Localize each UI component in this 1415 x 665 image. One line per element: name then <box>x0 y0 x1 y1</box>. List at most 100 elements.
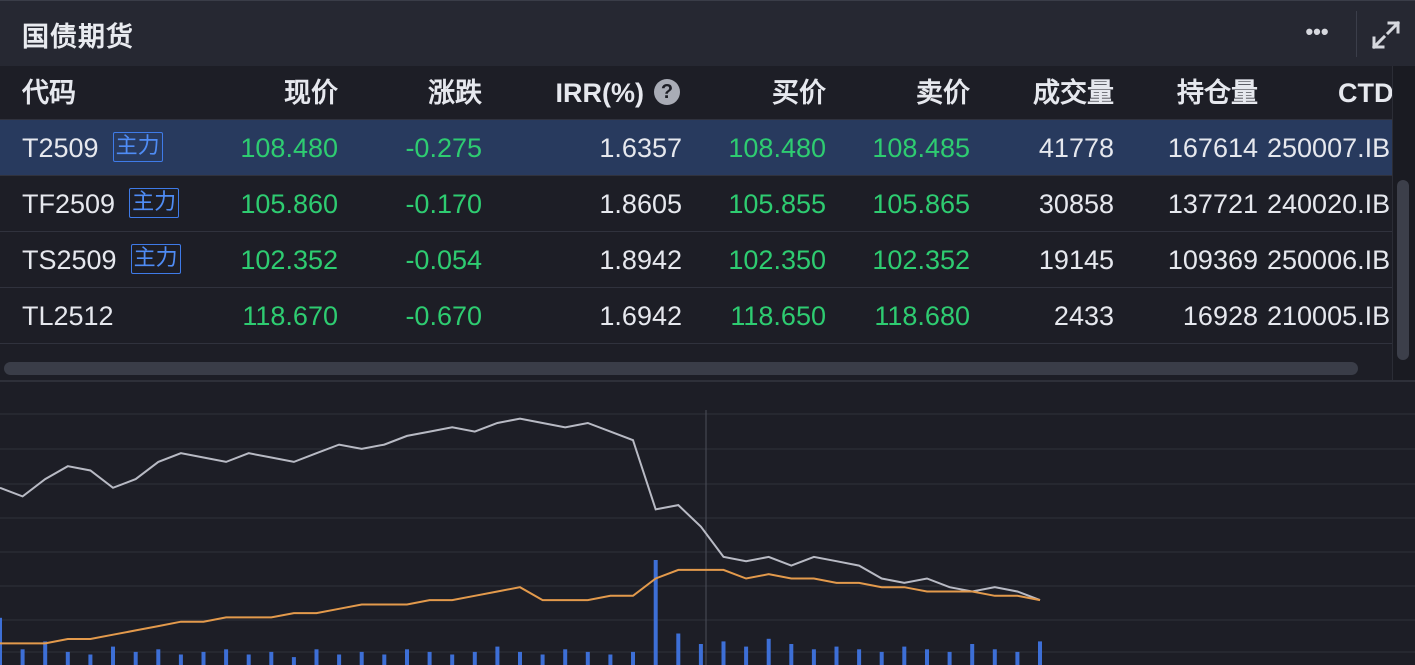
volume-bars <box>0 560 1042 665</box>
col-price[interactable]: 现价 <box>200 66 338 120</box>
help-icon[interactable]: ? <box>654 78 680 105</box>
volume-bar <box>992 649 997 665</box>
volume-bar <box>744 646 749 665</box>
volume-bar <box>947 651 952 665</box>
volume-bar <box>156 649 161 665</box>
intraday-chart-svg <box>0 410 1415 665</box>
volume-bar <box>269 651 274 665</box>
row-ctd: 240020.IB <box>1267 189 1391 219</box>
volume-bar <box>563 649 568 665</box>
price-line <box>0 417 1041 602</box>
row-code: TF2509 主力 <box>22 176 180 232</box>
volume-bar <box>337 654 342 665</box>
row-ask: 102.352 <box>872 245 970 275</box>
header-separator <box>1356 11 1357 57</box>
row-ctd: 210005.IB <box>1267 301 1391 331</box>
volume-bar <box>698 644 703 665</box>
more-icon[interactable]: ••• <box>1300 19 1334 49</box>
row-open-interest: 167614 <box>1167 133 1258 163</box>
volume-bar <box>427 651 432 665</box>
volume-bar <box>631 651 635 665</box>
row-open-interest: 109369 <box>1167 245 1258 275</box>
volume-bar <box>0 617 2 665</box>
volume-bar <box>653 560 658 665</box>
volume-bar <box>201 651 206 665</box>
table-row[interactable]: TL2512 118.670 -0.670 1.6942 118.650 118… <box>0 288 1392 344</box>
volume-bar <box>721 641 726 665</box>
col-change[interactable]: 涨跌 <box>360 66 482 120</box>
row-ctd: 250006.IB <box>1267 245 1391 275</box>
volume-bar <box>766 638 771 665</box>
row-price: 108.480 <box>240 133 338 163</box>
contract-code: T2509 <box>22 133 99 163</box>
volume-bar <box>857 649 862 665</box>
volume-bar <box>834 646 839 665</box>
volume-bar <box>450 654 455 665</box>
main-contract-badge: 主力 <box>129 187 180 218</box>
volume-bar <box>111 646 115 665</box>
volume-bar <box>246 654 251 665</box>
volume-bar <box>676 633 681 665</box>
chart-grid <box>0 410 1415 665</box>
row-price: 102.352 <box>240 245 338 275</box>
volume-bar <box>382 654 387 665</box>
volume-bar <box>43 641 48 665</box>
vertical-scrollbar[interactable] <box>1392 66 1415 380</box>
col-ctd[interactable]: CTD <box>1338 66 1392 120</box>
volume-bar <box>472 651 477 665</box>
volume-bar <box>405 649 409 665</box>
row-irr: 1.6357 <box>599 133 682 163</box>
average-price-line <box>0 568 1041 645</box>
row-bid: 108.480 <box>728 133 826 163</box>
volume-bar <box>65 651 70 665</box>
row-bid: 105.855 <box>728 189 826 219</box>
volume-bar <box>879 651 884 665</box>
expand-icon[interactable] <box>1370 19 1402 51</box>
col-open-interest[interactable]: 持仓量 <box>1130 66 1258 120</box>
volume-bar <box>518 651 522 665</box>
col-ask[interactable]: 卖价 <box>850 66 970 120</box>
horizontal-scroll-thumb[interactable] <box>4 362 1358 375</box>
row-volume: 41778 <box>1038 133 1114 163</box>
row-code: TS2509 主力 <box>22 232 181 288</box>
row-volume: 2433 <box>1053 301 1114 331</box>
volume-bar <box>224 649 229 665</box>
bond-futures-panel: 国债期货 ••• 代码 现价 涨跌 IRR(%)? 买价 卖价 成交量 持仓量 <box>0 0 1415 665</box>
table-row[interactable]: TS2509 主力 102.352 -0.054 1.8942 102.350 1… <box>0 232 1392 288</box>
intraday-chart[interactable] <box>0 382 1415 665</box>
volume-bar <box>540 654 545 665</box>
horizontal-scrollbar[interactable] <box>0 358 1392 380</box>
volume-bar <box>359 651 364 665</box>
chart-lines <box>0 417 1041 645</box>
main-contract-badge: 主力 <box>130 243 181 274</box>
row-ask: 118.680 <box>874 301 970 331</box>
volume-bar <box>811 649 816 665</box>
volume-bar <box>178 654 183 665</box>
col-bid[interactable]: 买价 <box>700 66 826 120</box>
row-change: -0.670 <box>405 301 482 331</box>
row-bid: 102.350 <box>728 245 826 275</box>
row-code: TL2512 <box>22 301 114 331</box>
main-contract-badge: 主力 <box>112 131 163 162</box>
row-irr: 1.6942 <box>599 301 682 331</box>
row-volume: 30858 <box>1038 189 1114 219</box>
table-row[interactable]: TF2509 主力 105.860 -0.170 1.8605 105.855 1… <box>0 176 1392 232</box>
row-open-interest: 16928 <box>1182 301 1258 331</box>
volume-bar <box>902 646 907 665</box>
col-irr[interactable]: IRR(%)? <box>500 66 680 120</box>
table-row[interactable]: T2509 主力 108.480 -0.275 1.6357 108.480 10… <box>0 120 1392 176</box>
row-bid: 118.650 <box>730 301 826 331</box>
volume-bar <box>608 654 613 665</box>
row-price: 105.860 <box>240 189 338 219</box>
volume-bar <box>925 649 929 665</box>
col-irr-label: IRR(%) <box>555 78 645 108</box>
col-code[interactable]: 代码 <box>22 66 76 120</box>
row-change: -0.054 <box>405 245 482 275</box>
row-ask: 105.865 <box>872 189 970 219</box>
vertical-scroll-thumb[interactable] <box>1397 180 1409 360</box>
col-volume[interactable]: 成交量 <box>990 66 1114 120</box>
contract-code: TS2509 <box>22 245 117 275</box>
volume-bar <box>789 644 794 665</box>
row-irr: 1.8605 <box>599 189 682 219</box>
volume-bar <box>970 644 975 665</box>
